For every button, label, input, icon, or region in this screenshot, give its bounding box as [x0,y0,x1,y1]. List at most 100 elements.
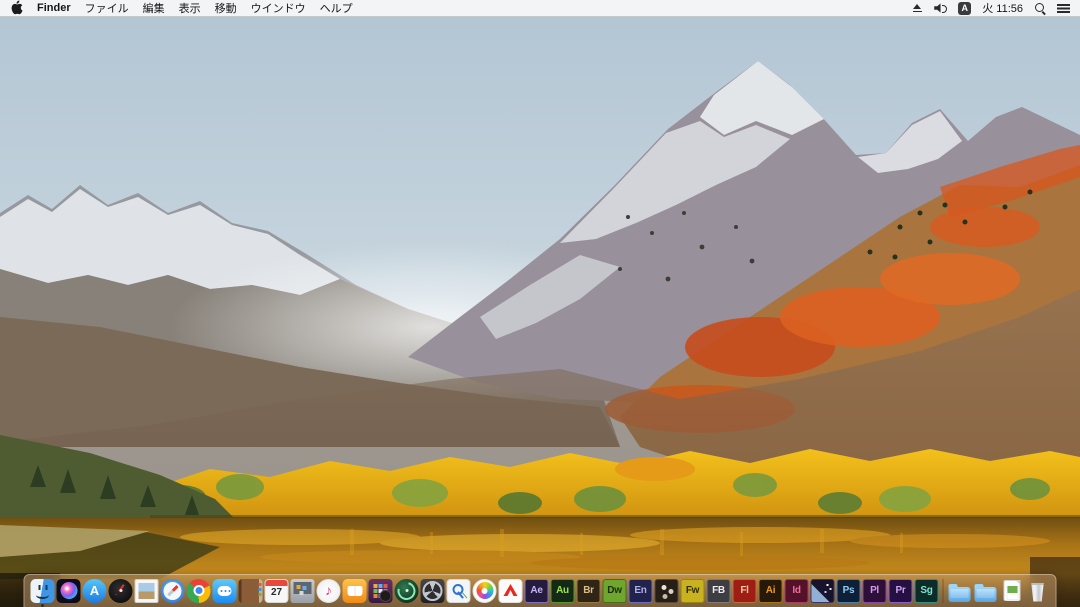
menubar-menu-2[interactable]: 編集 [143,0,165,16]
dock-item-chrome[interactable] [187,578,211,603]
dock-item-wheel[interactable] [421,578,445,603]
bridge-icon: Br [577,579,601,603]
fl-label: Fl [740,586,748,596]
photoshop-icon: Ps [837,579,861,603]
dock-item-keychain[interactable] [447,578,471,603]
acrobat-reader-icon [499,579,523,603]
dock-item-dark-image[interactable] [811,578,835,603]
dock-item-fw[interactable]: Fw [681,578,705,603]
spotlight-search-icon[interactable] [1034,2,1046,14]
dock-item-messages[interactable] [213,578,237,603]
menubar-clock[interactable]: 火 11:56 [982,0,1023,16]
input-source-badge[interactable]: A [958,2,971,15]
dock-item-photo-frame[interactable] [135,578,159,603]
dock-item-pr[interactable]: Pr [889,578,913,603]
dock-item-id[interactable]: Id [785,578,809,603]
dock-item-br[interactable]: Br [577,578,601,603]
desktop-wallpaper [0,17,1080,607]
trash-icon [1030,583,1045,602]
ae-label: Ae [530,586,542,596]
safari-compass-icon [161,579,185,603]
dock-item-monitor-photos[interactable] [291,578,315,603]
dock-item-siri[interactable] [57,578,81,603]
dock: A 27 ♪ Ae Au Br Dw En Fw FB Fl Ai Id Ps Pl Pr Sg [24,574,1057,607]
menubar-menu-3[interactable]: 表示 [179,0,201,16]
audition-icon: Au [551,579,575,603]
dock-item-dw[interactable]: Dw [603,578,627,603]
menubar-menus: ファイル編集表示移動ウインドウヘルプ [85,0,353,16]
dock-item-finder[interactable] [31,578,55,603]
itunes-note-icon: ♪ [317,579,341,603]
illustrator-icon: Ai [759,579,783,603]
dock-separator [943,579,944,603]
dock-item-molecule[interactable] [655,578,679,603]
finder-face-icon [31,579,55,603]
ai-label: Ai [766,586,775,596]
chrome-icon [187,579,211,603]
dock-item-app-grid[interactable] [369,578,393,603]
dark-image-app-icon [811,579,835,603]
dock-item-folder-1[interactable] [948,578,972,603]
menubar-menu-4[interactable]: 移動 [215,0,237,16]
dock-item-document[interactable] [1000,578,1024,603]
indesign-icon: Id [785,579,809,603]
menubar-app-menu[interactable]: Finder [37,2,71,14]
dock-item-ibooks[interactable] [343,578,367,603]
dock-item-fb[interactable]: FB [707,578,731,603]
br-label: Br [583,586,594,596]
menubar-menu-6[interactable]: ヘルプ [320,0,353,16]
flash-icon: Fl [733,579,757,603]
menu-bar: Finder ファイル編集表示移動ウインドウヘルプ A 火 11:56 [0,0,1080,17]
dock-item-app-store[interactable]: A [83,578,107,603]
dock-item-dial[interactable] [109,578,133,603]
dw-label: Dw [607,586,621,596]
premiere-icon: Pr [889,579,913,603]
dock-item-acrobat[interactable] [499,578,523,603]
notification-center-icon[interactable] [1057,3,1070,13]
app-store-icon: A [83,579,107,603]
volume-icon[interactable] [934,3,947,13]
dock-item-fl[interactable]: Fl [733,578,757,603]
dock-item-folder-2[interactable] [974,578,998,603]
molecule-app-icon [655,579,679,603]
fireworks-icon: Fw [681,579,705,603]
dock-item-ae[interactable]: Ae [525,578,549,603]
itunes-label: ♪ [325,583,332,597]
dock-item-photos[interactable] [473,578,497,603]
apple-logo-icon[interactable] [10,0,23,15]
contacts-book-icon [239,579,263,603]
en-label: En [634,586,646,596]
calendar-label: 27 [271,588,282,598]
flash-builder-icon: FB [707,579,731,603]
calendar-icon: 27 [265,579,289,603]
dock-item-trash[interactable] [1026,578,1050,603]
messages-bubble-icon [213,579,237,603]
dock-item-time-machine[interactable] [395,578,419,603]
dark-dial-camera-icon [109,579,133,603]
dock-item-contacts[interactable] [239,578,263,603]
sg-label: Sg [920,586,932,596]
keychain-key-icon [447,579,471,603]
folder-icon [975,587,997,602]
dock-item-en[interactable]: En [629,578,653,603]
document-file-icon [1003,580,1020,601]
dock-item-ai[interactable]: Ai [759,578,783,603]
time-machine-icon [395,579,419,603]
dock-item-safari[interactable] [161,578,185,603]
ibooks-icon [343,579,367,603]
eject-icon[interactable] [912,3,923,14]
dock-item-calendar[interactable]: 27 [265,578,289,603]
folder-icon [949,587,971,602]
dock-item-sg[interactable]: Sg [915,578,939,603]
dreamweaver-icon: Dw [603,579,627,603]
desktop-screen: Finder ファイル編集表示移動ウインドウヘルプ A 火 11:56 [0,0,1080,607]
dock-item-itunes[interactable]: ♪ [317,578,341,603]
menubar-menu-1[interactable]: ファイル [85,0,129,16]
dock-item-ps[interactable]: Ps [837,578,861,603]
menubar-menu-5[interactable]: ウインドウ [251,0,306,16]
dock-item-pl[interactable]: Pl [863,578,887,603]
dock-item-au[interactable]: Au [551,578,575,603]
fb-label: FB [712,586,725,596]
pl-label: Pl [870,586,879,596]
encore-icon: En [629,579,653,603]
